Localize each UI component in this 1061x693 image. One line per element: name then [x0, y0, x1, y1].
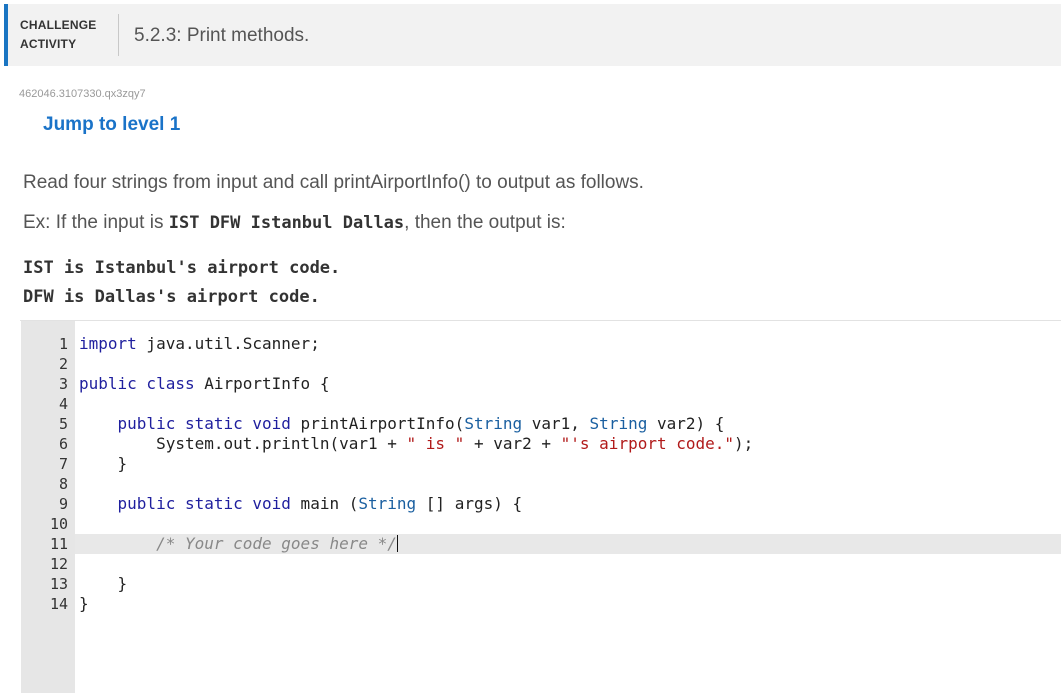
example-suffix: , then the output is:: [404, 212, 566, 233]
example-text: Ex: If the input is IST DFW Istanbul Dal…: [23, 212, 566, 234]
line-number: 2: [58, 355, 68, 373]
code-text[interactable]: /* Your code goes here */: [79, 534, 398, 554]
code-token: import: [79, 334, 137, 353]
code-text[interactable]: }: [79, 454, 128, 474]
line-number: 12: [49, 555, 68, 573]
line-number: 3: [58, 375, 68, 393]
code-line[interactable]: 9 public static void main (String [] arg…: [20, 494, 1061, 514]
code-token: " is ": [406, 434, 465, 453]
line-number: 10: [49, 515, 68, 533]
code-token: public static void: [117, 414, 291, 433]
line-number: 9: [58, 495, 68, 513]
example-input: IST DFW Istanbul Dallas: [168, 213, 405, 233]
code-line[interactable]: 3 public class AirportInfo {: [20, 374, 1061, 394]
line-number: 7: [58, 455, 68, 473]
line-number: 4: [58, 395, 68, 413]
line-number: 14: [49, 595, 68, 613]
code-line[interactable]: 1 import java.util.Scanner;: [20, 334, 1061, 354]
code-editor[interactable]: 1 import java.util.Scanner; 2 3 public class…: [20, 320, 1061, 693]
prompt-text: Read four strings from input and call pr…: [23, 172, 644, 193]
output-line: IST is Istanbul's airport code.: [23, 258, 341, 278]
badge-line-1: CHALLENGE: [20, 18, 97, 32]
code-token: public static void: [117, 494, 291, 513]
code-token: AirportInfo {: [194, 374, 330, 393]
code-line[interactable]: 8: [20, 474, 1061, 494]
challenge-header: CHALLENGE ACTIVITY 5.2.3: Print methods.: [4, 4, 1061, 66]
code-line[interactable]: 6 System.out.println(var1 + " is " + var…: [20, 434, 1061, 454]
badge-line-2: ACTIVITY: [20, 37, 77, 51]
code-token: }: [79, 594, 89, 613]
code-token: }: [79, 574, 128, 593]
code-token: public class: [79, 374, 195, 393]
code-lines[interactable]: 1 import java.util.Scanner; 2 3 public class…: [20, 334, 1061, 614]
code-token: printAirportInfo(: [290, 414, 465, 433]
challenge-activity-badge: CHALLENGE ACTIVITY: [20, 16, 112, 54]
header-divider: [118, 14, 119, 56]
line-number: 11: [49, 535, 68, 553]
text-cursor: [396, 535, 398, 552]
activity-title: 5.2.3: Print methods.: [134, 25, 310, 46]
code-token: System.out.println(var1 +: [79, 434, 407, 453]
code-text[interactable]: }: [79, 574, 128, 594]
code-token: String: [589, 414, 648, 433]
code-line[interactable]: 7 }: [20, 454, 1061, 474]
code-token: var2) {: [647, 414, 725, 433]
line-number: 1: [58, 335, 68, 353]
code-token: String: [464, 414, 523, 433]
code-token: [] args) {: [416, 494, 523, 513]
jump-to-level-link[interactable]: Jump to level 1: [43, 114, 180, 136]
code-text[interactable]: public static void main (String [] args)…: [79, 494, 523, 514]
code-line[interactable]: 2: [20, 354, 1061, 374]
code-token: "'s airport code.": [560, 434, 735, 453]
line-number: 8: [58, 475, 68, 493]
code-line[interactable]: 4: [20, 394, 1061, 414]
example-prefix: Ex: If the input is: [23, 212, 169, 233]
code-text[interactable]: System.out.println(var1 + " is " + var2 …: [79, 434, 753, 454]
line-number: 5: [58, 415, 68, 433]
code-token: );: [734, 434, 754, 453]
code-line[interactable]: 13 }: [20, 574, 1061, 594]
line-number: 13: [49, 575, 68, 593]
code-line[interactable]: 14}: [20, 594, 1061, 614]
code-token: String: [358, 494, 417, 513]
line-number: 6: [58, 435, 68, 453]
output-line: DFW is Dallas's airport code.: [23, 287, 320, 307]
code-token: /* Your code goes here */: [156, 534, 397, 553]
code-line[interactable]: 5 public static void printAirportInfo(St…: [20, 414, 1061, 434]
code-token: java.util.Scanner;: [136, 334, 320, 353]
expected-output: IST is Istanbul's airport code. DFW is Da…: [23, 254, 340, 312]
code-text[interactable]: }: [79, 594, 89, 614]
code-line[interactable]: 10: [20, 514, 1061, 534]
activity-id: 462046.3107330.qx3zqy7: [19, 88, 146, 100]
code-token: }: [79, 454, 128, 473]
code-text[interactable]: public class AirportInfo {: [79, 374, 329, 394]
code-text[interactable]: public static void printAirportInfo(Stri…: [79, 414, 725, 434]
code-token: var1,: [522, 414, 590, 433]
code-token: + var2 +: [464, 434, 561, 453]
code-line[interactable]: 11 /* Your code goes here */: [20, 534, 1061, 554]
code-line[interactable]: 12: [20, 554, 1061, 574]
code-token: main (: [290, 494, 359, 513]
code-text[interactable]: import java.util.Scanner;: [79, 334, 320, 354]
